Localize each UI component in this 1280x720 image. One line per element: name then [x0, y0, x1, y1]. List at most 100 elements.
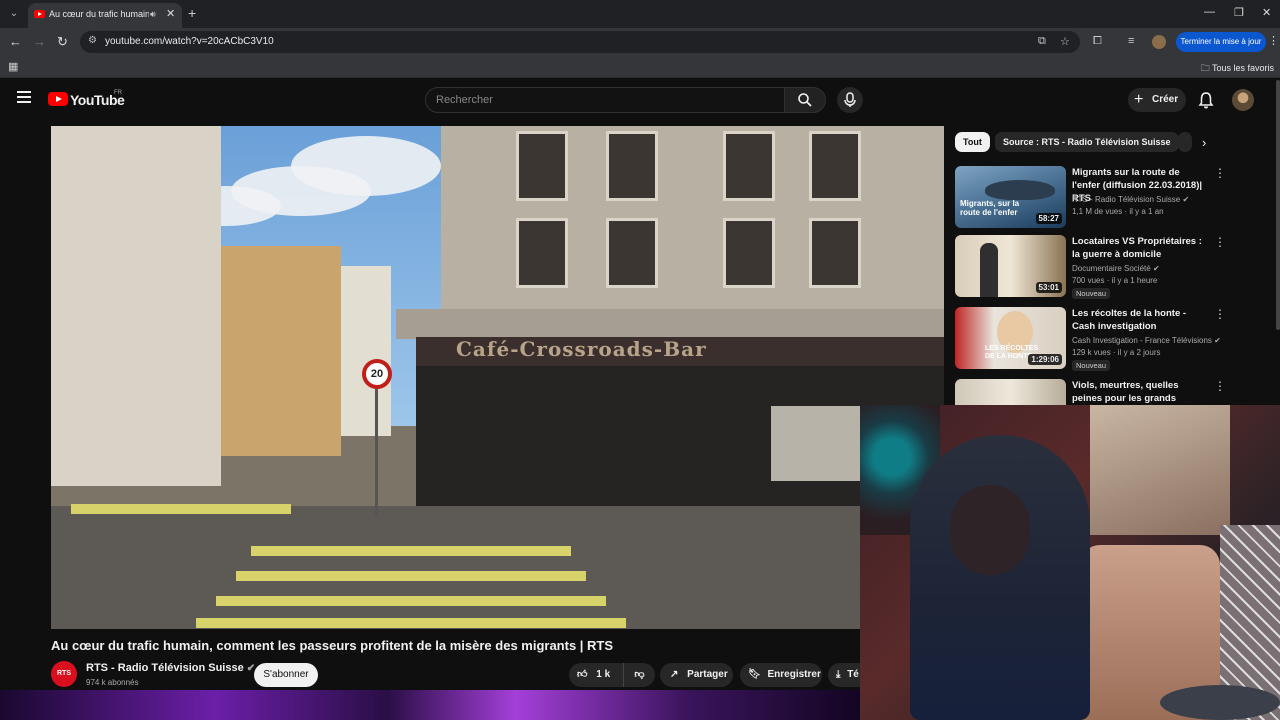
thumbnail-caption: Migrants, sur la route de l'enfer: [960, 199, 1020, 217]
more-options-icon[interactable]: ⋮: [1214, 379, 1226, 393]
recommendation-title[interactable]: Locataires VS Propriétaires : la guerre …: [1072, 235, 1210, 261]
recommendation-meta: 1,1 M de vues · il y a 1 an: [1072, 207, 1164, 216]
share-icon: ↗: [670, 669, 679, 680]
video-duration: 53:01: [1035, 282, 1062, 293]
voice-search-button[interactable]: [837, 87, 863, 113]
video-cornice: [396, 309, 944, 339]
thumbnail-boat: [985, 180, 1055, 200]
recommendation-channel[interactable]: Documentaire Société ✔: [1072, 264, 1160, 273]
browser-tab[interactable]: Au cœur du trafic humain, c 🔊︎ ✕: [28, 3, 182, 28]
search-button[interactable]: [784, 87, 826, 113]
sign-pole: [375, 381, 378, 516]
back-icon[interactable]: ←: [9, 34, 22, 49]
recommendation-item[interactable]: 53:01 Locataires VS Propriétaires : la g…: [955, 235, 1275, 301]
address-bar[interactable]: ⚙ youtube.com/watch?v=20cACbC3V10 ⧉ ☆: [80, 31, 1080, 53]
recommendation-channel-name[interactable]: RTS - Radio Télévision Suisse: [1072, 195, 1180, 204]
recommendation-item[interactable]: LES RÉCOLTES DE LA HONTE 1:29:06 Les réc…: [955, 307, 1275, 373]
browser-menu-icon[interactable]: ⋮: [1268, 34, 1279, 47]
video-window: [723, 218, 775, 288]
download-label: Té: [847, 669, 859, 680]
install-app-icon[interactable]: ⧉: [1038, 35, 1046, 48]
extensions-icon[interactable]: ⧠: [1093, 35, 1102, 48]
media-control-icon[interactable]: ≡: [1128, 35, 1134, 47]
download-button[interactable]: ⤓ Té: [828, 663, 860, 687]
new-tab-button[interactable]: +: [188, 5, 196, 21]
region-code: FR: [114, 90, 122, 96]
dislike-button[interactable]: 👎︎: [623, 663, 655, 687]
notifications-bell-icon[interactable]: [1198, 91, 1214, 109]
recommendation-channel-name[interactable]: Documentaire Société: [1072, 264, 1151, 273]
video-thumbnail[interactable]: Migrants, sur la route de l'enfer 58:27: [955, 166, 1066, 228]
crosswalk-stripe: [71, 504, 291, 514]
video-thumbnail[interactable]: 53:01: [955, 235, 1066, 297]
video-title: Au cœur du trafic humain, comment les pa…: [51, 638, 614, 653]
recommendation-channel[interactable]: RTS - Radio Télévision Suisse ✔: [1072, 195, 1189, 204]
webcam-face: [950, 485, 1030, 575]
new-badge: Nouveau: [1072, 360, 1111, 371]
recommendation-title[interactable]: Viols, meurtres, quelles peines pour les…: [1072, 379, 1210, 405]
save-button[interactable]: 🔖︎ Enregistrer: [740, 663, 822, 687]
channel-name-text[interactable]: RTS - Radio Télévision Suisse: [86, 662, 244, 674]
cafe-sign: Café-Crossroads-Bar: [456, 337, 707, 361]
webcam-blanket: [1160, 685, 1280, 720]
search-icon: [798, 93, 812, 107]
channel-name[interactable]: RTS - Radio Télévision Suisse ✔: [86, 662, 255, 674]
chevron-right-icon[interactable]: ›: [1202, 135, 1206, 150]
more-options-icon[interactable]: ⋮: [1214, 307, 1226, 321]
subscribe-button[interactable]: S'abonner: [254, 663, 318, 687]
reload-icon[interactable]: ↻: [57, 34, 68, 50]
verified-icon: ✔: [1152, 264, 1160, 273]
create-label: Créer: [1152, 94, 1179, 105]
video-window: [606, 131, 658, 201]
close-tab-icon[interactable]: ✕: [166, 7, 175, 20]
webcam-overlay: [860, 405, 1280, 720]
close-window-icon[interactable]: ✕: [1262, 6, 1271, 19]
verified-icon: ✔: [1214, 336, 1221, 345]
youtube-logo-icon[interactable]: [48, 92, 68, 106]
tab-title: Au cœur du trafic humain, c: [49, 9, 149, 19]
video-player[interactable]: Café-Crossroads-Bar 20: [51, 126, 944, 629]
recommendation-title[interactable]: Les récoltes de la honte - Cash investig…: [1072, 307, 1210, 333]
recommendation-channel-name[interactable]: Cash Investigation - France Télévisions: [1072, 336, 1212, 345]
thumbs-up-icon: 👍︎: [577, 669, 588, 680]
forward-icon[interactable]: →: [33, 34, 46, 49]
chip-source[interactable]: Source : RTS - Radio Télévision Suisse: [995, 132, 1179, 152]
more-options-icon[interactable]: ⋮: [1214, 166, 1226, 180]
channel-avatar[interactable]: RTS: [51, 661, 77, 687]
plus-icon: +: [1134, 91, 1144, 108]
profile-avatar[interactable]: [1152, 35, 1166, 49]
all-bookmarks-folder[interactable]: 🗀 Tous les favoris: [1201, 61, 1274, 77]
user-avatar[interactable]: [1232, 89, 1254, 111]
recommendation-channel[interactable]: Cash Investigation - France Télévisions …: [1072, 336, 1221, 345]
like-button[interactable]: 👍︎ 1 k: [569, 663, 623, 687]
more-options-icon[interactable]: ⋮: [1214, 235, 1226, 249]
purple-overlay-band: [0, 690, 860, 720]
bookmark-star-icon[interactable]: ☆: [1060, 35, 1070, 48]
share-button[interactable]: ↗ Partager: [660, 663, 733, 687]
speaker-icon[interactable]: 🔊︎: [150, 9, 156, 20]
create-button[interactable]: + Créer: [1128, 88, 1186, 112]
chip-all[interactable]: Tout: [955, 132, 990, 152]
maximize-icon[interactable]: ❐: [1234, 6, 1244, 19]
url-text[interactable]: youtube.com/watch?v=20cACbC3V10: [105, 36, 274, 47]
minimize-icon[interactable]: —: [1204, 6, 1215, 18]
update-button[interactable]: Terminer la mise à jour: [1176, 32, 1266, 52]
crosswalk-stripe: [251, 546, 571, 556]
video-thumbnail[interactable]: [955, 379, 1066, 405]
video-window: [516, 131, 568, 201]
search-input[interactable]: Rechercher: [425, 87, 785, 113]
video-thumbnail[interactable]: LES RÉCOLTES DE LA HONTE 1:29:06: [955, 307, 1066, 369]
crosswalk-stripe: [216, 596, 606, 606]
sidebar-scrollbar[interactable]: [1276, 80, 1280, 330]
tab-search-icon[interactable]: ⌄: [4, 4, 24, 24]
recommendation-item[interactable]: Migrants, sur la route de l'enfer 58:27 …: [955, 166, 1275, 232]
recommendation-item[interactable]: Viols, meurtres, quelles peines pour les…: [955, 379, 1275, 405]
bookmarks-bar: ▦ 🗀 Tous les favoris: [0, 56, 1280, 78]
chip-next-partial[interactable]: [1178, 132, 1192, 152]
video-window: [606, 218, 658, 288]
apps-grid-icon[interactable]: ▦: [8, 60, 18, 73]
video-shop-window: [771, 406, 861, 481]
menu-icon[interactable]: [17, 91, 31, 106]
site-info-icon[interactable]: ⚙: [88, 35, 97, 46]
save-label: Enregistrer: [767, 669, 821, 680]
